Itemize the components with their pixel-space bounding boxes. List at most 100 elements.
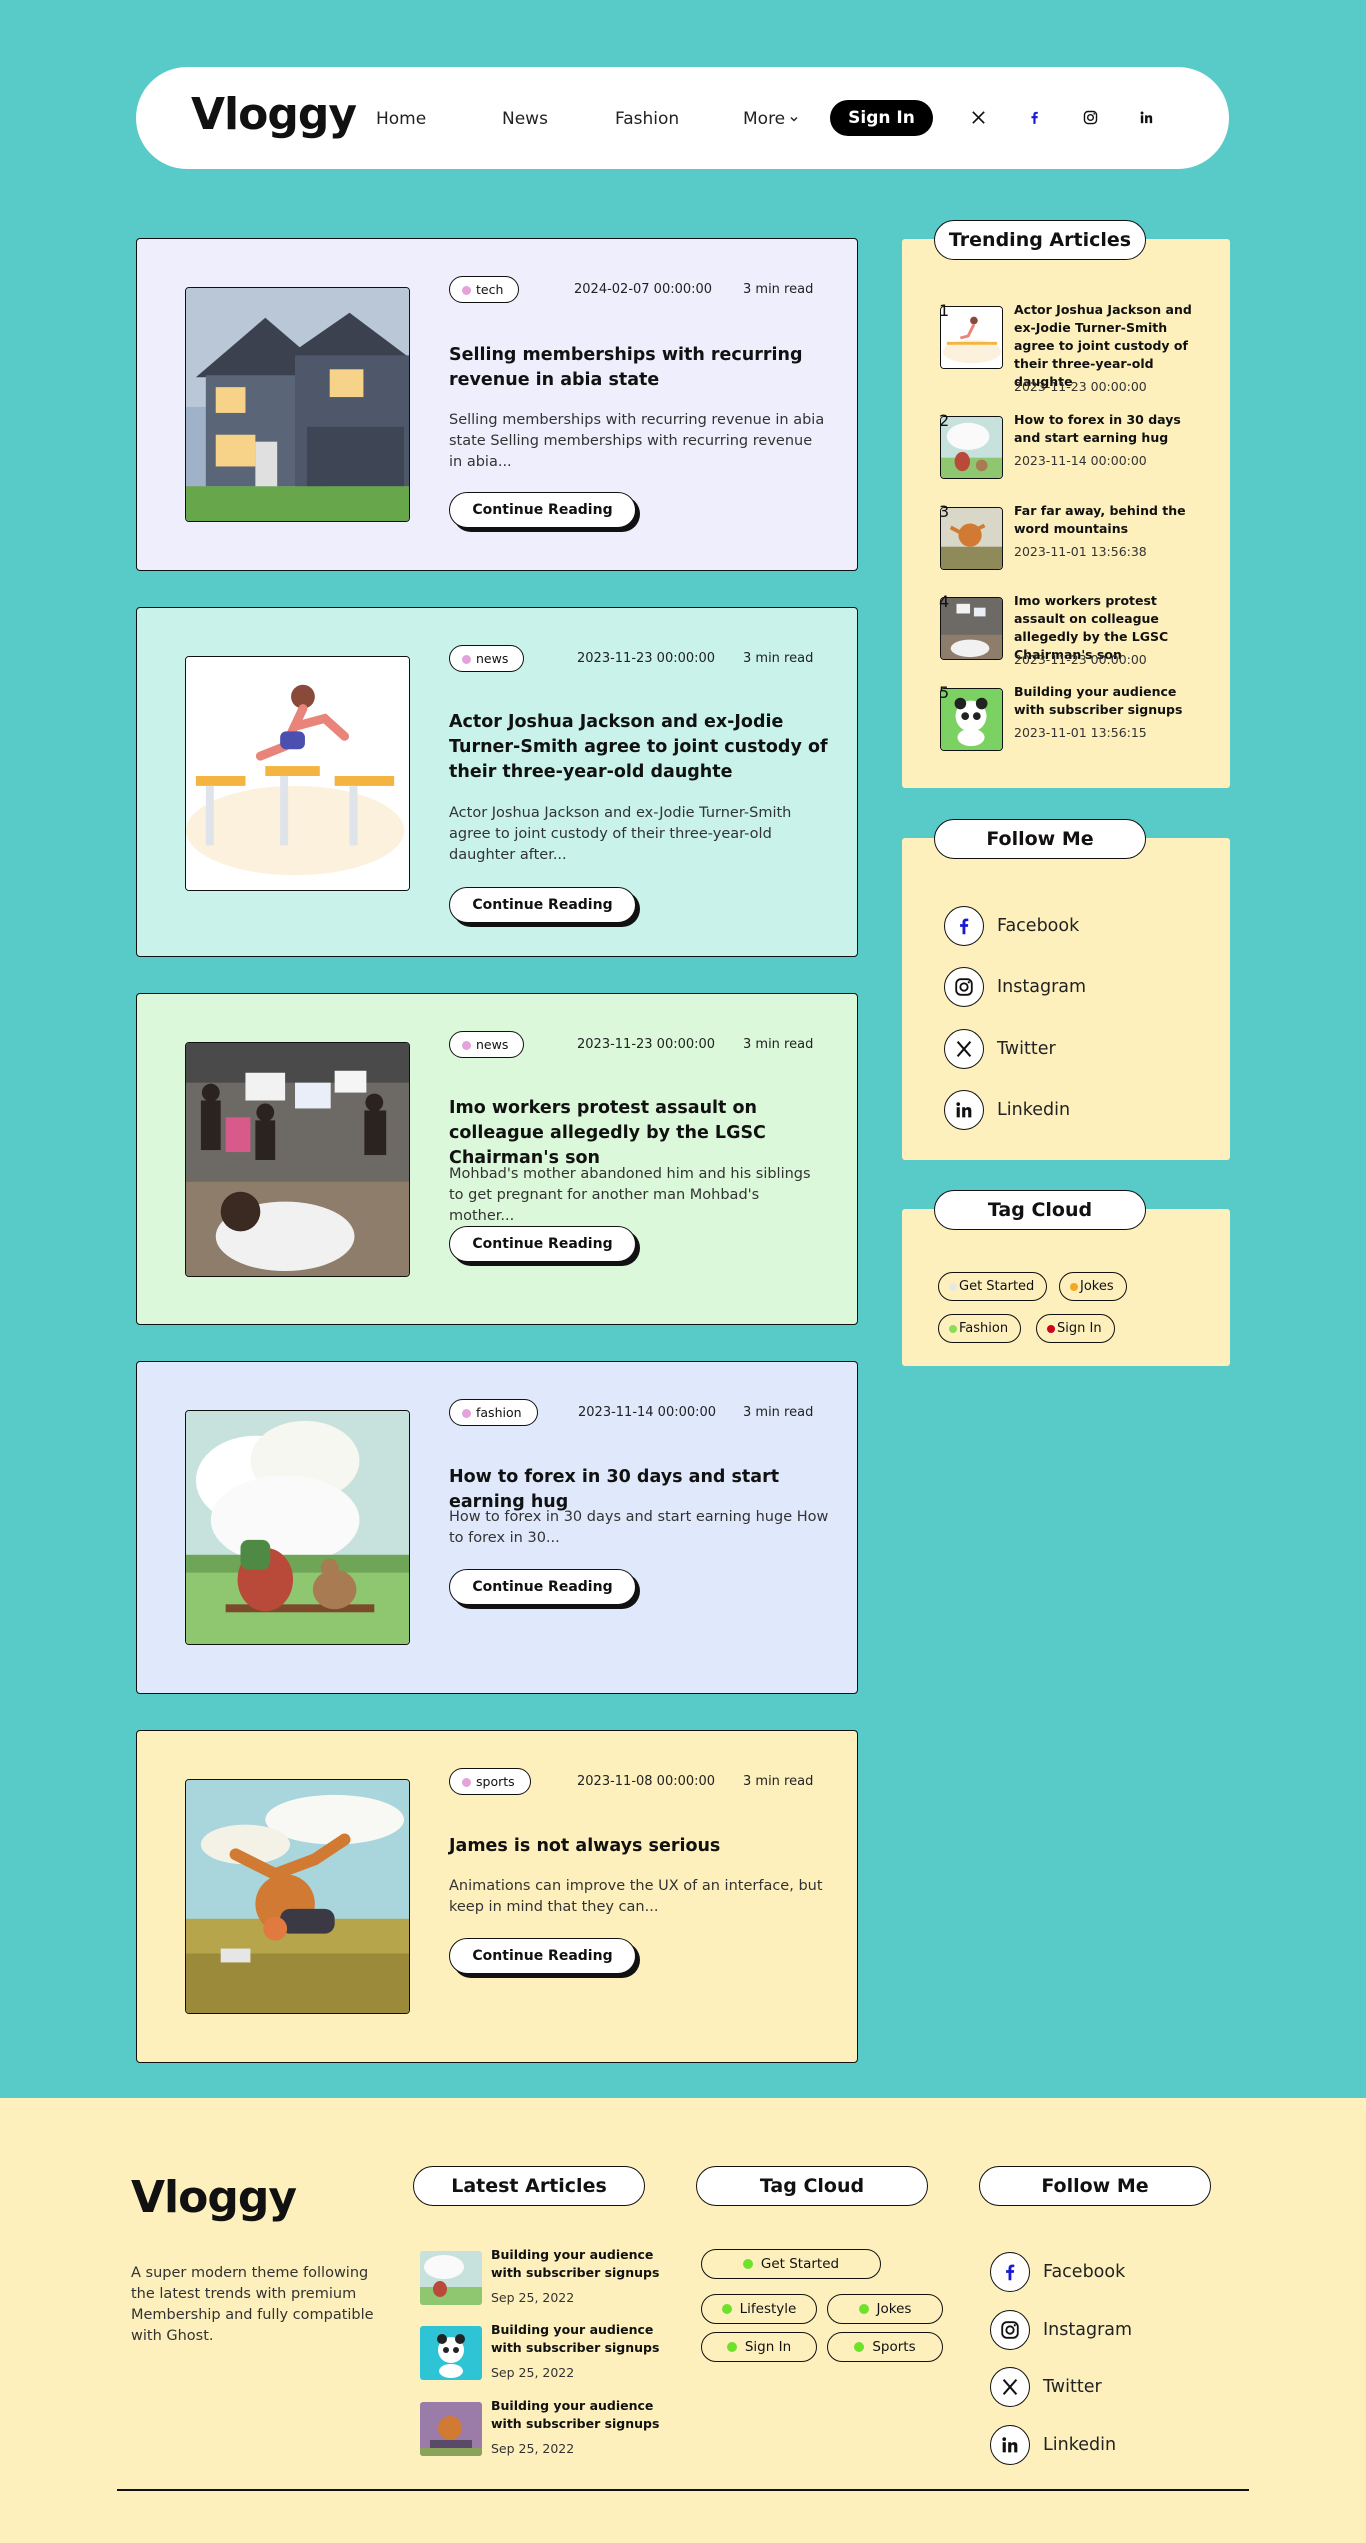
article-read-time: 3 min read <box>743 651 814 666</box>
continue-reading-button[interactable]: Continue Reading <box>449 1938 636 1974</box>
facebook-icon <box>990 2252 1030 2292</box>
trending-title-text[interactable]: Far far away, behind the word mountains <box>1014 502 1209 538</box>
footer-article-title[interactable]: Building your audience with subscriber s… <box>491 2397 681 2433</box>
continue-reading-button[interactable]: Continue Reading <box>449 887 636 923</box>
tag-dot <box>949 1324 957 1333</box>
article-image-house[interactable] <box>185 287 410 522</box>
trending-title-text[interactable]: Building your audience with subscriber s… <box>1014 683 1209 719</box>
article-title[interactable]: Actor Joshua Jackson and ex-Jodie Turner… <box>449 710 829 785</box>
nav-link-home[interactable]: Home <box>376 109 426 129</box>
article-read-time: 3 min read <box>743 282 814 297</box>
continue-reading-button[interactable]: Continue Reading <box>449 1569 636 1605</box>
trending-item[interactable]: 1 Actor Joshua Jackson and ex-Jodie Turn… <box>939 301 1220 394</box>
nav-link-news[interactable]: News <box>502 109 548 129</box>
article-image-hurdler[interactable] <box>185 656 410 891</box>
footer-tag-sports[interactable]: Sports <box>827 2332 943 2362</box>
footer-tag-lifestyle[interactable]: Lifestyle <box>701 2294 817 2324</box>
x-icon[interactable] <box>968 107 988 127</box>
nav-link-fashion[interactable]: Fashion <box>615 109 679 129</box>
trending-thumb <box>940 688 1003 751</box>
tag-sign-in[interactable]: Sign In <box>1036 1314 1115 1343</box>
article-image-crocodile[interactable] <box>185 1410 410 1645</box>
follow-label: Linkedin <box>1043 2435 1117 2455</box>
follow-twitter[interactable]: Twitter <box>944 1029 1056 1069</box>
article-excerpt: Actor Joshua Jackson and ex-Jodie Turner… <box>449 805 792 863</box>
footer-logo[interactable]: Vloggy <box>131 2172 297 2223</box>
nav-more-label: More <box>743 109 786 129</box>
trending-thumb <box>940 597 1003 660</box>
facebook-icon <box>944 906 984 946</box>
trending-title-text[interactable]: Actor Joshua Jackson and ex-Jodie Turner… <box>1014 301 1209 391</box>
follow-label: Linkedin <box>997 1100 1071 1120</box>
tag-dot <box>721 2304 732 2314</box>
article-excerpt: How to forex in 30 days and start earnin… <box>449 1509 829 1546</box>
tag-label: Get Started <box>959 1279 1035 1294</box>
article-tag-pill[interactable]: news <box>449 645 525 672</box>
trending-item[interactable]: 3 Far far away, behind the word mountain… <box>939 502 1220 587</box>
footer-follow-instagram[interactable]: Instagram <box>990 2310 1132 2350</box>
footer-article-date: Sep 25, 2022 <box>491 2290 575 2305</box>
footer-article[interactable]: Building your audience with subscriber s… <box>420 2398 680 2468</box>
footer-follow-linkedin[interactable]: Linkedin <box>990 2425 1116 2465</box>
footer-tag-get-started[interactable]: Get Started <box>701 2249 881 2279</box>
footer-tag-sign-in[interactable]: Sign In <box>701 2332 817 2362</box>
facebook-icon[interactable] <box>1024 107 1044 127</box>
footer-article[interactable]: Building your audience with subscriber s… <box>420 2247 680 2317</box>
footer-follow-facebook[interactable]: Facebook <box>990 2252 1125 2292</box>
footer-follow-twitter[interactable]: Twitter <box>990 2367 1102 2407</box>
article-excerpt: Selling memberships with recurring reven… <box>449 412 825 470</box>
article-read-time: 3 min read <box>743 1405 814 1420</box>
footer-latest-title: Latest Articles <box>413 2166 645 2206</box>
article-tag-pill[interactable]: fashion <box>449 1399 538 1426</box>
footer-article-title[interactable]: Building your audience with subscriber s… <box>491 2246 681 2282</box>
article-date: 2024-02-07 00:00:00 <box>574 282 713 297</box>
tag-fashion[interactable]: Fashion <box>938 1314 1022 1343</box>
follow-label: Instagram <box>997 977 1087 997</box>
trending-item[interactable]: 5 Building your audience with subscriber… <box>939 683 1220 768</box>
trending-date: 2023-11-23 00:00:00 <box>1014 652 1147 667</box>
article-read-time: 3 min read <box>743 1037 814 1052</box>
footer-description: A super modern theme following the lates… <box>131 2265 374 2344</box>
tag-label: Sign In <box>1057 1321 1102 1336</box>
article-tag-pill[interactable]: tech <box>449 276 520 303</box>
article-title[interactable]: Selling memberships with recurring reven… <box>449 343 829 393</box>
follow-instagram[interactable]: Instagram <box>944 967 1086 1007</box>
footer-article-title[interactable]: Building your audience with subscriber s… <box>491 2321 681 2357</box>
continue-reading-button[interactable]: Continue Reading <box>449 492 636 528</box>
trending-number: 1 <box>939 301 950 320</box>
footer-article[interactable]: Building your audience with subscriber s… <box>420 2322 680 2392</box>
article-image-protest[interactable] <box>185 1042 410 1277</box>
continue-reading-button[interactable]: Continue Reading <box>449 1226 636 1262</box>
tag-dot <box>726 2342 737 2352</box>
trending-title-text[interactable]: How to forex in 30 days and start earnin… <box>1014 411 1209 447</box>
sign-in-button[interactable]: Sign In <box>830 100 933 136</box>
linkedin-icon[interactable] <box>1136 107 1156 127</box>
article-card: sports 2023-11-08 00:00:00 3 min read Ja… <box>136 1730 858 2063</box>
site-logo[interactable]: Vloggy <box>191 89 357 140</box>
nav-more-menu[interactable]: More <box>743 109 799 129</box>
trending-thumb <box>940 306 1003 369</box>
tag-get-started[interactable]: Get Started <box>938 1272 1048 1301</box>
tag-label: Fashion <box>959 1321 1009 1336</box>
follow-facebook[interactable]: Facebook <box>944 906 1079 946</box>
instagram-icon[interactable] <box>1080 107 1100 127</box>
article-image-bear[interactable] <box>185 1779 410 2014</box>
article-tag-pill[interactable]: sports <box>449 1768 531 1795</box>
follow-label: Facebook <box>1043 2262 1126 2282</box>
tag-dot <box>742 2259 753 2269</box>
tag-cloud-widget: Tag Cloud Get Started Jokes Fashion Sign… <box>902 1190 1230 1366</box>
article-excerpt: Mohbad's mother abandoned him and his si… <box>449 1166 811 1224</box>
article-title[interactable]: James is not always serious <box>449 1834 829 1859</box>
footer-follow-title: Follow Me <box>979 2166 1211 2206</box>
x-icon <box>944 1029 984 1069</box>
article-date: 2023-11-08 00:00:00 <box>577 1774 716 1789</box>
tag-dot <box>1047 1324 1055 1333</box>
footer-tag-jokes[interactable]: Jokes <box>827 2294 943 2324</box>
trending-item[interactable]: 2 How to forex in 30 days and start earn… <box>939 411 1220 496</box>
follow-linkedin[interactable]: Linkedin <box>944 1090 1070 1130</box>
tag-jokes[interactable]: Jokes <box>1059 1272 1127 1301</box>
article-tag-pill[interactable]: news <box>449 1031 525 1058</box>
article-title[interactable]: Imo workers protest assault on colleague… <box>449 1096 829 1171</box>
chevron-down-icon <box>790 117 798 122</box>
trending-item[interactable]: 4 Imo workers protest assault on colleag… <box>939 592 1220 677</box>
